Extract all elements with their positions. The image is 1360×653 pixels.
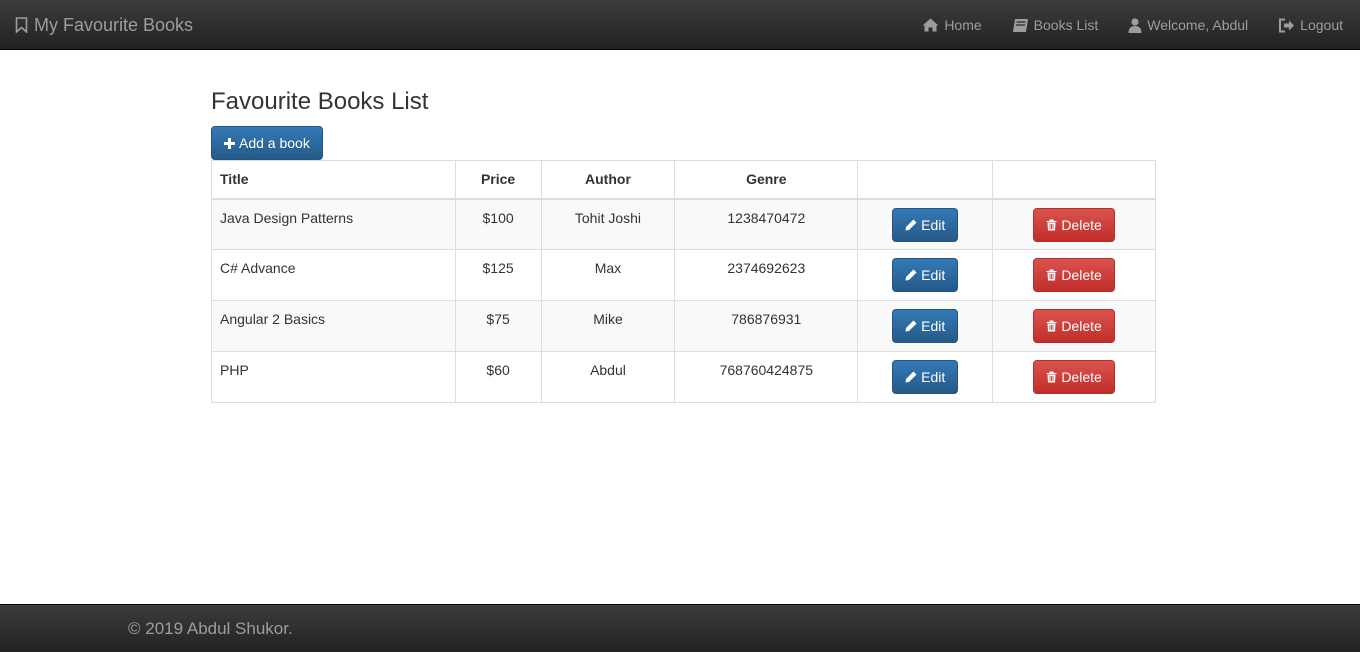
- nav-label-welcome: Welcome, Abdul: [1147, 17, 1249, 33]
- brand-link[interactable]: My Favourite Books: [15, 0, 193, 50]
- nav-label-books-list: Books List: [1033, 17, 1099, 33]
- table-row: Angular 2 Basics $75 Mike 786876931 Edit…: [211, 300, 1156, 352]
- page-footer: © 2019 Abdul Shukor.: [0, 604, 1360, 652]
- nav-label-home: Home: [944, 17, 982, 33]
- delete-label: Delete: [1061, 318, 1102, 334]
- pencil-icon: [905, 371, 917, 383]
- table-header-row: Title Price Author Genre: [211, 160, 1156, 200]
- user-icon: [1128, 17, 1142, 33]
- nav-menu: Home Books List Welcome, Abdul Logout: [907, 0, 1358, 50]
- cell-price: $75: [454, 300, 542, 352]
- delete-button[interactable]: Delete: [1033, 258, 1116, 292]
- edit-button[interactable]: Edit: [892, 207, 959, 242]
- cell-delete: Delete: [992, 198, 1156, 250]
- table-row: C# Advance $125 Max 2374692623 Edit Dele…: [211, 249, 1156, 301]
- bookmark-icon: [15, 17, 28, 33]
- cell-author: Max: [540, 249, 676, 301]
- delete-label: Delete: [1061, 216, 1102, 233]
- top-navbar: My Favourite Books Home Books List Welco…: [0, 0, 1360, 50]
- cell-author: Mike: [540, 300, 676, 352]
- logout-icon: [1278, 18, 1295, 33]
- edit-button[interactable]: Edit: [892, 309, 959, 343]
- books-table: Title Price Author Genre Java Design Pat…: [211, 160, 1156, 403]
- cell-genre: 768760424875: [674, 351, 859, 403]
- delete-label: Delete: [1061, 369, 1102, 385]
- add-book-label: Add a book: [239, 135, 310, 151]
- delete-button[interactable]: Delete: [1033, 360, 1116, 394]
- edit-label: Edit: [921, 318, 946, 334]
- main-content: Favourite Books List Add a book Title Pr…: [211, 78, 1156, 403]
- home-icon: [922, 18, 939, 32]
- cell-edit: Edit: [857, 198, 994, 250]
- page-title: Favourite Books List: [211, 88, 429, 115]
- column-header-edit: [857, 160, 994, 200]
- edit-button[interactable]: Edit: [892, 258, 959, 292]
- book-icon: [1012, 18, 1029, 33]
- delete-button[interactable]: Delete: [1033, 207, 1116, 242]
- cell-genre: 1238470472: [674, 198, 859, 250]
- brand-text: My Favourite Books: [34, 14, 194, 35]
- table-row: PHP $60 Abdul 768760424875 Edit Delete: [211, 351, 1156, 403]
- cell-delete: Delete: [992, 300, 1156, 352]
- trash-icon: [1046, 371, 1057, 383]
- nav-item-books-list[interactable]: Books List: [997, 0, 1114, 50]
- edit-label: Edit: [921, 369, 946, 385]
- cell-delete: Delete: [992, 249, 1156, 301]
- cell-delete: Delete: [992, 351, 1156, 403]
- cell-title: Java Design Patterns: [211, 198, 456, 250]
- trash-icon: [1046, 269, 1057, 281]
- nav-item-logout[interactable]: Logout: [1263, 0, 1358, 50]
- cell-edit: Edit: [857, 249, 994, 301]
- pencil-icon: [905, 320, 917, 332]
- nav-label-logout: Logout: [1300, 17, 1343, 33]
- column-header-delete: [992, 160, 1156, 200]
- cell-price: $125: [454, 249, 542, 301]
- cell-title: C# Advance: [211, 249, 456, 301]
- nav-item-home[interactable]: Home: [907, 0, 996, 50]
- delete-label: Delete: [1061, 267, 1102, 283]
- edit-label: Edit: [921, 267, 946, 283]
- cell-title: Angular 2 Basics: [211, 300, 456, 352]
- cell-edit: Edit: [857, 300, 994, 352]
- trash-icon: [1046, 219, 1057, 231]
- cell-title: PHP: [211, 351, 456, 403]
- cell-author: Abdul: [540, 351, 676, 403]
- column-header-price: Price: [454, 160, 542, 200]
- column-header-genre: Genre: [674, 160, 859, 200]
- table-row: Java Design Patterns $100 Tohit Joshi 12…: [211, 198, 1156, 250]
- delete-button[interactable]: Delete: [1033, 309, 1116, 343]
- copyright-text: © 2019 Abdul Shukor.: [128, 619, 293, 638]
- nav-item-welcome[interactable]: Welcome, Abdul: [1113, 0, 1263, 50]
- column-header-author: Author: [540, 160, 676, 200]
- cell-edit: Edit: [857, 351, 994, 403]
- plus-icon: [224, 137, 235, 149]
- cell-genre: 2374692623: [674, 249, 859, 301]
- pencil-icon: [905, 219, 917, 231]
- trash-icon: [1046, 320, 1057, 332]
- cell-author: Tohit Joshi: [540, 198, 676, 250]
- cell-genre: 786876931: [674, 300, 859, 352]
- cell-price: $60: [454, 351, 542, 403]
- add-book-button[interactable]: Add a book: [211, 126, 323, 160]
- pencil-icon: [905, 269, 917, 281]
- edit-label: Edit: [921, 216, 946, 233]
- edit-button[interactable]: Edit: [892, 360, 959, 394]
- column-header-title: Title: [211, 160, 456, 200]
- cell-price: $100: [454, 198, 542, 250]
